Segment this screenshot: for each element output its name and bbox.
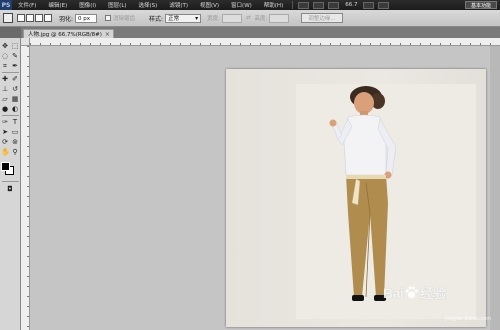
intersect-selection-icon[interactable] [44, 14, 52, 22]
antialias-label: 消除锯齿 [113, 16, 136, 22]
move-tool-icon[interactable]: ✥ [1, 42, 9, 50]
workspace-button[interactable]: 基本功能 [464, 1, 497, 9]
toolbar-divider [2, 72, 19, 73]
crop-tool-icon[interactable]: ⌗ [1, 62, 9, 70]
panel-collapse-strip[interactable] [490, 46, 500, 330]
watermark-brand: Bai [383, 284, 404, 301]
ps-logo: PS [0, 0, 12, 10]
blur-tool-icon[interactable]: ● [1, 105, 9, 113]
history-brush-icon[interactable]: ↺ [11, 85, 19, 93]
style-label: 样式: [149, 15, 164, 23]
clone-stamp-icon[interactable]: ⊥ [1, 85, 9, 93]
photoshop-window: PS 文件(F) 编辑(E) 图像(I) 图层(L) 选择(S) 滤镜(T) 视… [0, 0, 500, 330]
menu-divider [292, 1, 294, 9]
options-bar: 羽化: 0 px 消除锯齿 样式: 正常 宽度: ⇄ 高度: 调整边缘... [0, 10, 500, 27]
tools-panel: ✥ ⬚ ◌ ✎ ⌗ ✒ ✚ ✐ ⊥ ↺ ▱ ▦ ● ◐ ✑ T ➤ ▭ ⟳ ⊚ … [0, 38, 21, 330]
extras-button[interactable] [328, 1, 340, 9]
dodge-tool-icon[interactable]: ◐ [11, 105, 19, 113]
marquee-tool-icon[interactable]: ⬚ [11, 42, 19, 50]
antialias-checkbox[interactable] [105, 15, 112, 21]
width-label: 宽度: [207, 16, 220, 22]
document-tab-title: 人物.jpg @ 66.7%(RGB/8#) [28, 32, 102, 38]
shape-tool-icon[interactable]: ▭ [11, 128, 19, 136]
watermark-url: jingyan.baidu.com [445, 316, 492, 322]
minibridge-button[interactable] [313, 1, 325, 9]
paw-icon [405, 286, 419, 299]
watermark-jingyan: 经验 [420, 287, 447, 302]
menu-filter[interactable]: 滤镜(T) [163, 1, 194, 9]
add-selection-icon[interactable] [26, 14, 34, 22]
gradient-tool-icon[interactable]: ▦ [11, 95, 19, 103]
quick-mask-icon[interactable]: ◘ [6, 185, 14, 193]
lasso-tool-icon[interactable]: ◌ [1, 52, 9, 60]
quick-select-tool-icon[interactable]: ✎ [11, 52, 19, 60]
ruler-origin[interactable] [21, 38, 30, 46]
menu-view[interactable]: 视图(V) [194, 1, 225, 9]
feather-input[interactable]: 0 px [75, 13, 98, 23]
path-select-icon[interactable]: ➤ [1, 128, 9, 136]
feather-label: 羽化: [59, 15, 74, 23]
3d-orbit-icon[interactable]: ⊚ [11, 138, 19, 146]
zoom-tool-icon[interactable]: ⚲ [11, 148, 19, 156]
document-tab[interactable]: 人物.jpg @ 66.7%(RGB/8#) × [23, 29, 114, 38]
width-field[interactable] [221, 13, 242, 23]
healing-brush-icon[interactable]: ✚ [1, 75, 9, 83]
horizontal-ruler[interactable] [30, 38, 500, 46]
brush-tool-icon[interactable]: ✐ [11, 75, 19, 83]
person-photo [329, 86, 397, 301]
eyedropper-tool-icon[interactable]: ✒ [11, 62, 19, 70]
toolbar-divider [2, 115, 19, 116]
refine-edge-button[interactable]: 调整边缘... [301, 13, 343, 23]
menu-file[interactable]: 文件(F) [12, 1, 42, 9]
hand-tool-icon[interactable]: ✋ [1, 148, 10, 156]
height-field[interactable] [269, 13, 290, 23]
document-tab-bar: 人物.jpg @ 66.7%(RGB/8#) × [21, 27, 500, 38]
foreground-color-swatch[interactable] [1, 162, 10, 171]
eraser-tool-icon[interactable]: ▱ [1, 95, 9, 103]
zoom-level[interactable]: 66.7 [345, 2, 357, 8]
menu-window[interactable]: 窗口(W) [225, 1, 258, 9]
3d-rotate-icon[interactable]: ⟳ [1, 138, 9, 146]
toolbar-divider [2, 181, 19, 182]
menu-bar: PS 文件(F) 编辑(E) 图像(I) 图层(L) 选择(S) 滤镜(T) 视… [0, 0, 500, 10]
close-icon[interactable]: × [105, 31, 110, 38]
menu-select[interactable]: 选择(S) [133, 1, 164, 9]
style-select[interactable]: 正常 [165, 13, 202, 23]
marquee-tool-preset-icon[interactable] [3, 13, 13, 23]
image-canvas[interactable] [226, 69, 486, 327]
menu-layer[interactable]: 图层(L) [102, 1, 132, 9]
menu-edit[interactable]: 编辑(E) [42, 1, 73, 9]
bridge-button[interactable] [298, 1, 310, 9]
type-tool-icon[interactable]: T [11, 118, 19, 126]
pen-tool-icon[interactable]: ✑ [1, 118, 9, 126]
swap-icon[interactable]: ⇄ [246, 15, 251, 21]
subtract-selection-icon[interactable] [35, 14, 43, 22]
new-selection-icon[interactable] [17, 14, 25, 22]
menu-image[interactable]: 图像(I) [73, 1, 102, 9]
arrange-button[interactable] [363, 1, 375, 9]
baidu-watermark: Bai 经验 [383, 283, 447, 303]
menu-help[interactable]: 帮助(H) [258, 1, 289, 9]
vertical-ruler[interactable] [21, 46, 30, 330]
screen-mode-button[interactable] [378, 1, 390, 9]
height-label: 高度: [254, 16, 268, 22]
